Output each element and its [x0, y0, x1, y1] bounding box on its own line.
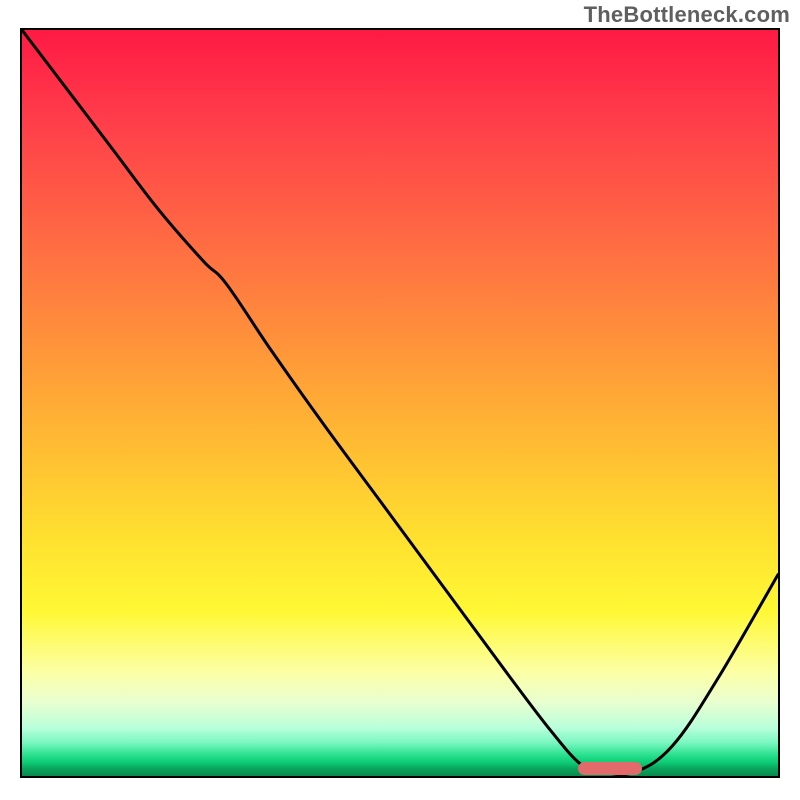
plot-area — [20, 28, 780, 778]
watermark-text: TheBottleneck.com — [584, 2, 790, 28]
bottleneck-curve — [22, 30, 778, 776]
chart-stage: TheBottleneck.com — [0, 0, 800, 800]
optimal-range-marker — [578, 762, 642, 775]
curve-path — [22, 30, 778, 775]
